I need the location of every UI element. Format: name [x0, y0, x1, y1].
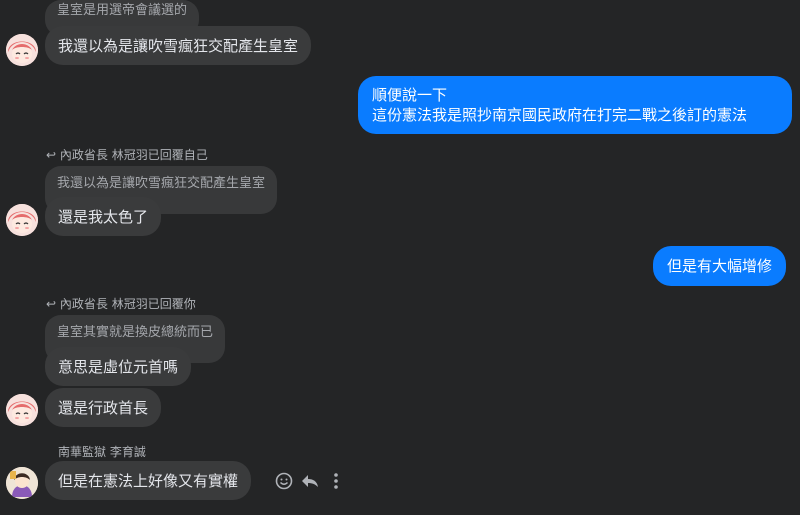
reply-meta-text: 內政省長 林冠羽已回覆你 [59, 297, 196, 311]
quoted-text: 皇室其實就是換皮總統而已 [57, 325, 214, 340]
more-vertical-icon[interactable] [332, 472, 340, 490]
avatar-anime-girl-icon [6, 394, 38, 426]
message-bubble[interactable]: 意思是虛位元首嗎 [45, 347, 192, 386]
reply-meta-text: 內政省長 林冠羽已回覆自己 [59, 148, 208, 162]
my-message-bubble[interactable]: 順便說一下 這份憲法我是照抄南京國民政府在打完二戰之後訂的憲法 [358, 76, 792, 134]
reply-indicator: ↩ 內政省長 林冠羽已回覆你 [46, 295, 196, 312]
reply-arrow-icon: ↩ [46, 148, 57, 162]
message-bubble[interactable]: 但是在憲法上好像又有實權 [45, 461, 252, 500]
message-bubble[interactable]: 我還以為是讓吹雪瘋狂交配產生皇室 [45, 26, 312, 65]
message-bubble[interactable]: 還是行政首長 [45, 388, 162, 427]
sender-name: 南華監獄 李育誠 [58, 443, 146, 460]
message-bubble[interactable]: 還是我太色了 [45, 197, 162, 236]
avatar-anime-girl-icon [6, 34, 38, 66]
message-text: 意思是虛位元首嗎 [58, 358, 179, 376]
message-text-line: 順便說一下 [372, 86, 448, 104]
message-text: 還是我太色了 [58, 208, 149, 226]
reply-indicator: ↩ 內政省長 林冠羽已回覆自己 [46, 146, 208, 163]
quoted-text: 皇室是用選帝會議選的 [57, 3, 188, 18]
message-text-line: 這份憲法我是照抄南京國民政府在打完二戰之後訂的憲法 [372, 106, 748, 124]
avatar[interactable] [6, 204, 38, 236]
message-text: 但是在憲法上好像又有實權 [58, 472, 239, 490]
reply-arrow-icon[interactable] [300, 472, 320, 490]
quoted-text: 我還以為是讓吹雪瘋狂交配產生皇室 [57, 176, 266, 191]
avatar[interactable] [6, 34, 38, 66]
message-text: 我還以為是讓吹雪瘋狂交配產生皇室 [58, 37, 299, 55]
avatar-anime-girl-icon [6, 204, 38, 236]
avatar[interactable] [6, 467, 38, 499]
avatar[interactable] [6, 394, 38, 426]
smiley-face-icon[interactable] [275, 472, 293, 490]
message-text: 但是有大幅增修 [667, 257, 773, 275]
message-text: 還是行政首長 [58, 399, 149, 417]
reply-arrow-icon: ↩ [46, 297, 57, 311]
avatar-character-icon [6, 467, 38, 499]
my-message-bubble[interactable]: 但是有大幅增修 [653, 246, 787, 286]
sender-name-text: 南華監獄 李育誠 [58, 445, 146, 459]
